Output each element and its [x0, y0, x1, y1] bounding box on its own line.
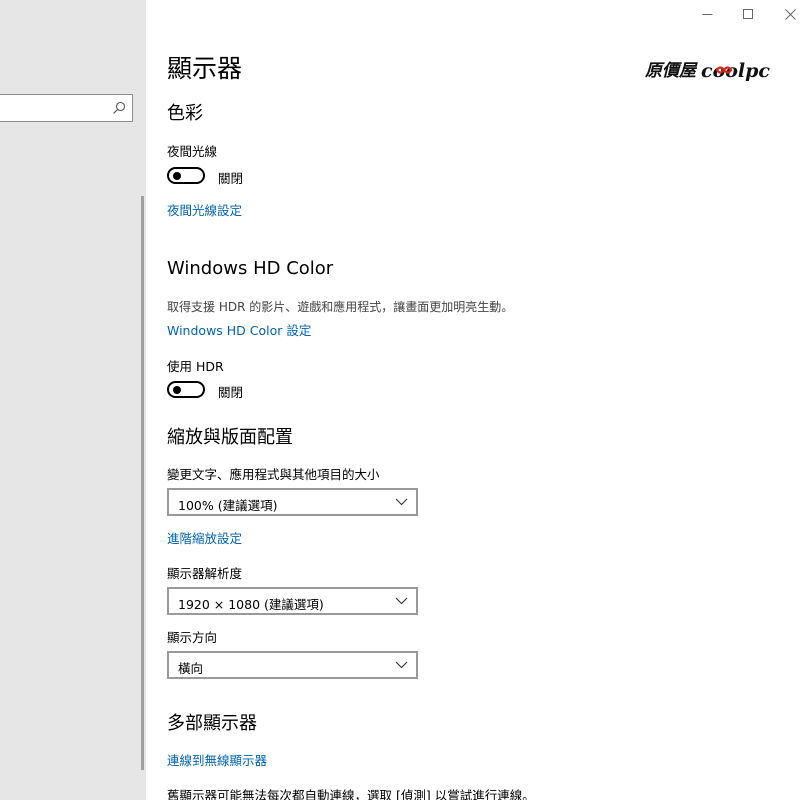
search-icon	[113, 101, 126, 114]
orientation-dropdown-value: 橫向	[178, 661, 204, 676]
advanced-scaling-link[interactable]: 進階縮放設定	[167, 528, 242, 547]
toggle-knob	[173, 171, 181, 180]
resolution-dropdown[interactable]: 1920 × 1080 (建議選項)	[167, 587, 418, 615]
search-input[interactable]	[0, 94, 133, 122]
resolution-label: 顯示器解析度	[167, 566, 243, 581]
orientation-dropdown[interactable]: 橫向	[167, 651, 418, 679]
coolpc-logo: 原價屋 coolpc	[644, 55, 775, 85]
night-light-state: 關閉	[218, 171, 244, 186]
hdr-toggle[interactable]	[167, 381, 205, 398]
maximize-button[interactable]	[726, 0, 770, 30]
nav-scrollbar[interactable]	[141, 196, 144, 770]
svg-text:coolpc: coolpc	[701, 60, 770, 82]
hdr-label: 使用 HDR	[167, 359, 224, 374]
close-button[interactable]	[768, 0, 800, 30]
night-light-settings-link[interactable]: 夜間光線設定	[167, 200, 242, 219]
section-title-multiple-displays: 多部顯示器	[167, 713, 257, 734]
chevron-down-icon	[395, 661, 408, 669]
night-light-label: 夜間光線	[167, 144, 218, 159]
svg-text:原價屋: 原價屋	[645, 61, 698, 81]
scale-label: 變更文字、應用程式與其他項目的大小	[167, 467, 380, 482]
orientation-label: 顯示方向	[167, 630, 218, 645]
chevron-down-icon	[395, 498, 408, 506]
resolution-dropdown-value: 1920 × 1080 (建議選項)	[178, 597, 324, 612]
section-title-color: 色彩	[167, 103, 203, 124]
minimize-icon	[702, 14, 713, 15]
close-icon	[785, 9, 796, 20]
chevron-down-icon	[395, 597, 408, 605]
night-light-toggle[interactable]	[167, 167, 205, 184]
settings-window: 原價屋 coolpc 顯示器 色彩 夜間光線 關閉 夜間光線設定 Windows…	[0, 0, 800, 800]
hd-color-settings-link[interactable]: Windows HD Color 設定	[167, 320, 311, 339]
minimize-button[interactable]	[685, 0, 729, 30]
hdr-state: 關閉	[218, 385, 244, 400]
connect-wireless-display-link[interactable]: 連線到無線顯示器	[167, 750, 267, 769]
toggle-knob	[173, 385, 181, 394]
multi-display-note: 舊顯示器可能無法每次都自動連線，選取 [偵測] 以嘗試進行連線。	[167, 788, 535, 800]
scale-dropdown-value: 100% (建議選項)	[178, 498, 278, 513]
page-title: 顯示器	[167, 54, 243, 83]
section-title-scale-layout: 縮放與版面配置	[167, 427, 293, 448]
maximize-icon	[743, 9, 753, 19]
section-title-hd-color: Windows HD Color	[167, 258, 334, 279]
navigation-pane	[0, 0, 146, 800]
hd-color-description: 取得支援 HDR 的影片、遊戲和應用程式，讓畫面更加明亮生動。	[167, 300, 514, 314]
scale-dropdown[interactable]: 100% (建議選項)	[167, 488, 418, 516]
